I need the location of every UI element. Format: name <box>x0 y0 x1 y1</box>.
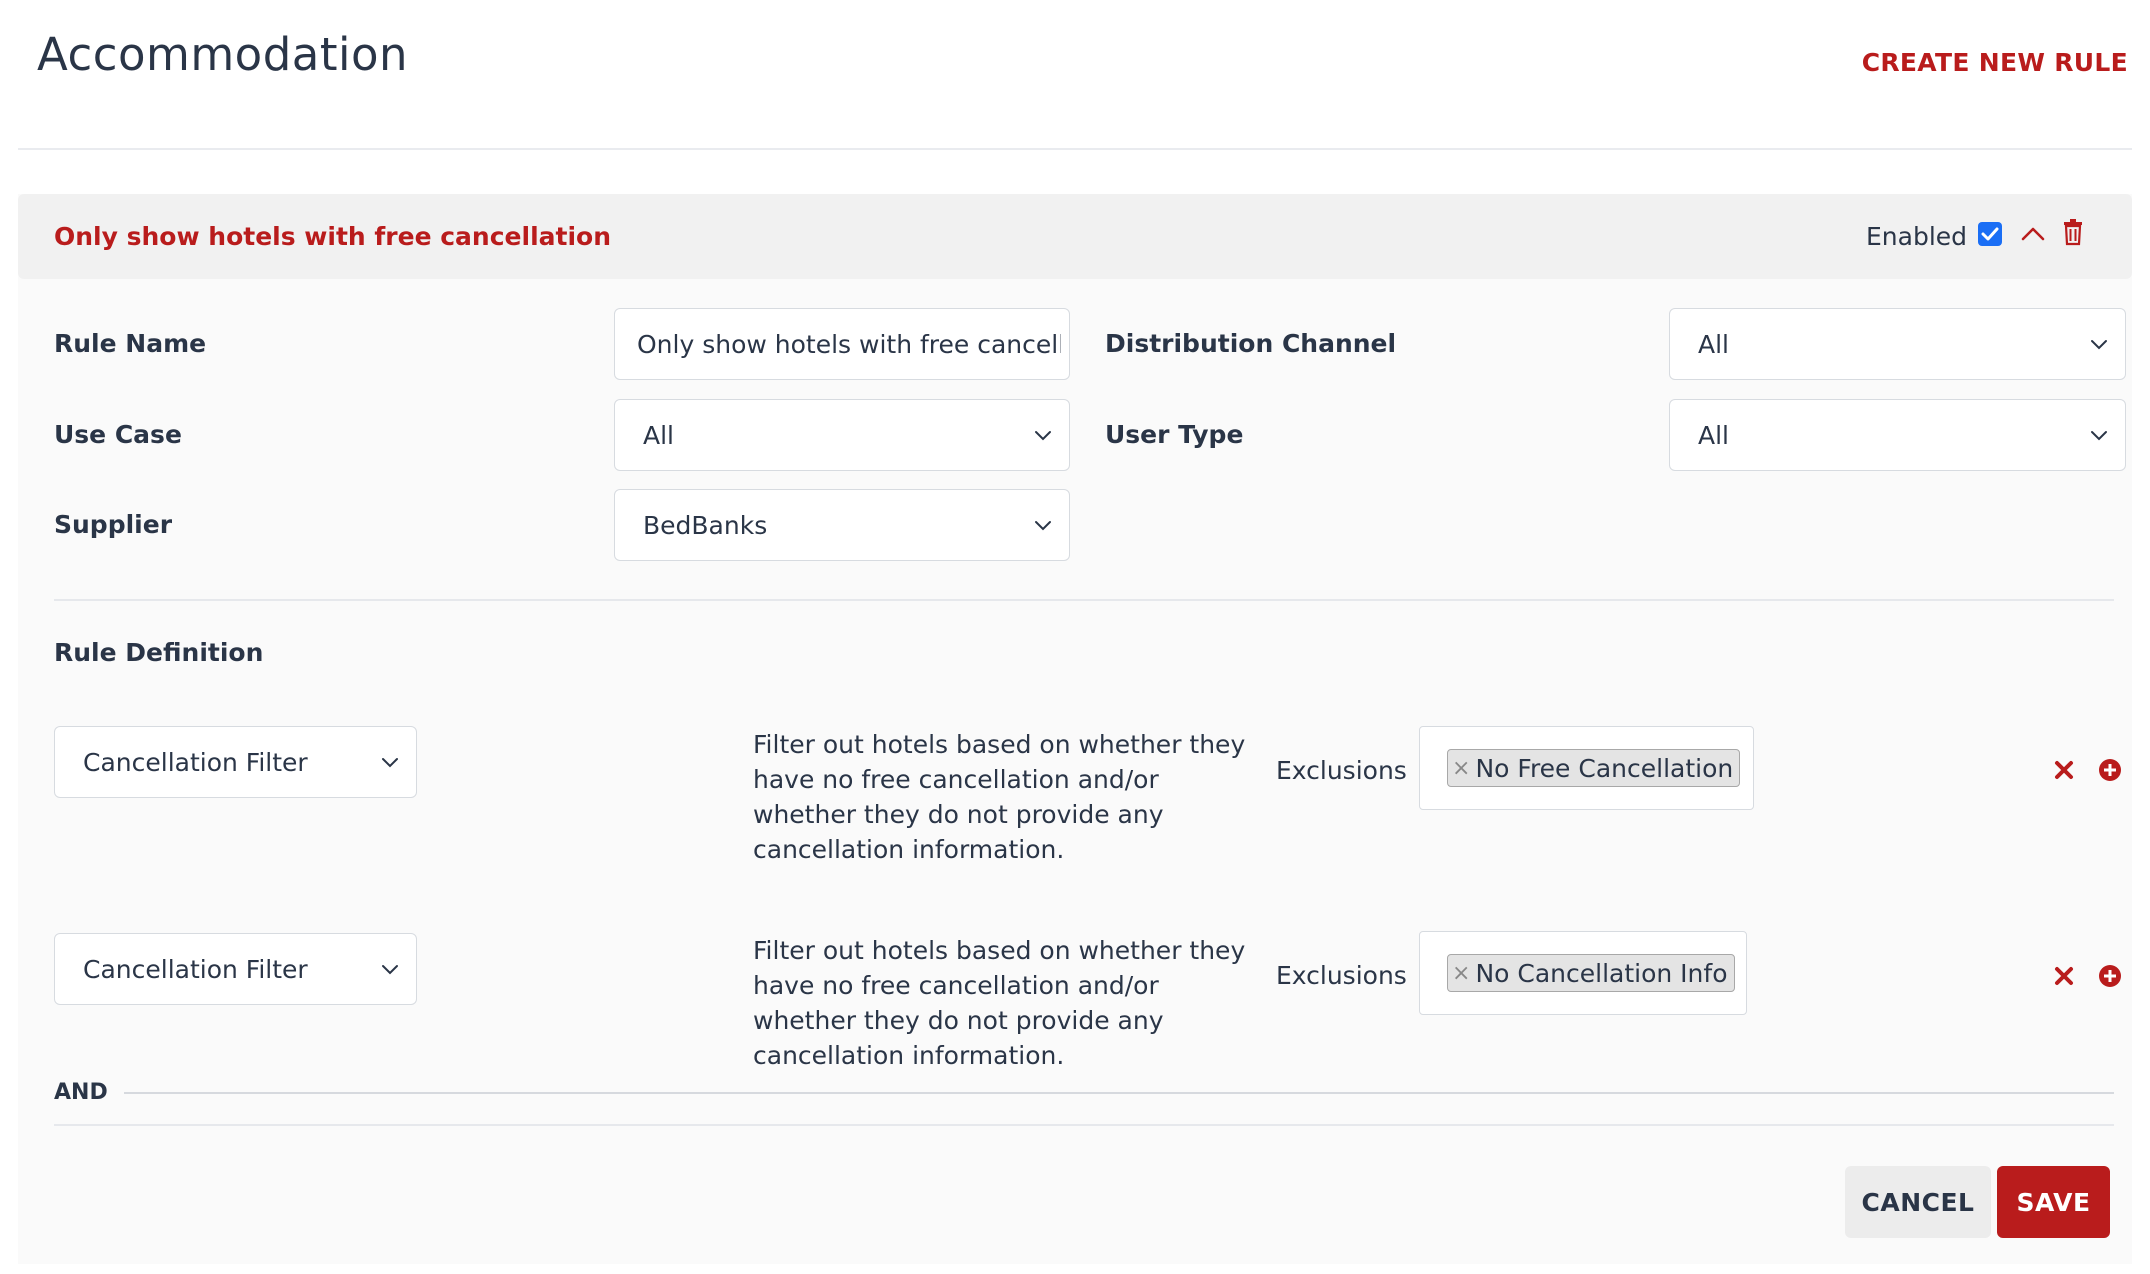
exclusions-label: Exclusions <box>1276 961 1407 990</box>
exclusion-tag-label: No Free Cancellation <box>1475 753 1734 783</box>
exclusions-input[interactable]: × No Free Cancellation <box>1419 726 1754 810</box>
create-new-rule-link[interactable]: CREATE NEW RULE <box>1862 48 2128 77</box>
close-icon[interactable] <box>2052 964 2076 988</box>
distribution-channel-label: Distribution Channel <box>1105 329 1397 358</box>
rule-name-label: Rule Name <box>54 329 207 358</box>
checkmark-icon <box>1981 227 1999 241</box>
section-divider <box>54 1124 2114 1126</box>
trash-icon[interactable] <box>2058 217 2088 247</box>
rule-header[interactable]: Only show hotels with free cancellation … <box>18 194 2132 279</box>
plus-circle-icon[interactable] <box>2098 758 2122 782</box>
condition-filter-select[interactable]: Cancellation Filter <box>54 933 417 1005</box>
chevron-down-icon <box>2091 431 2107 441</box>
use-case-label: Use Case <box>54 420 182 449</box>
exclusion-tag: × No Free Cancellation <box>1447 749 1741 787</box>
plus-circle-icon[interactable] <box>2098 964 2122 988</box>
exclusion-tag-label: No Cancellation Info <box>1475 958 1728 988</box>
user-type-label: User Type <box>1105 420 1244 449</box>
exclusions-input[interactable]: × No Cancellation Info <box>1419 931 1747 1015</box>
chevron-down-icon <box>382 758 398 768</box>
condition-filter-value: Cancellation Filter <box>83 747 308 777</box>
chevron-down-icon <box>382 965 398 975</box>
accommodation-rules-page: Accommodation CREATE NEW RULE Only show … <box>0 0 2150 1274</box>
use-case-select[interactable]: All <box>614 399 1070 471</box>
use-case-value: All <box>643 420 674 450</box>
tag-remove-icon[interactable]: × <box>1452 756 1470 781</box>
close-icon[interactable] <box>2052 758 2076 782</box>
tag-remove-icon[interactable]: × <box>1452 961 1470 986</box>
header-divider <box>18 148 2132 150</box>
chevron-down-icon <box>2091 340 2107 350</box>
page-title: Accommodation <box>37 28 409 81</box>
rule-name-input[interactable]: Only show hotels with free cancellation <box>614 308 1070 380</box>
save-button[interactable]: SAVE <box>1997 1166 2110 1238</box>
chevron-up-icon[interactable] <box>2018 220 2048 248</box>
user-type-select[interactable]: All <box>1669 399 2126 471</box>
supplier-label: Supplier <box>54 510 173 539</box>
and-conjunction-label: AND <box>54 1080 108 1105</box>
distribution-channel-value: All <box>1698 329 1729 359</box>
enabled-label: Enabled <box>1866 222 1968 251</box>
supplier-value: BedBanks <box>643 510 768 540</box>
rule-name-value: Only show hotels with free cancellation <box>637 329 1061 359</box>
condition-description: Filter out hotels based on whether they … <box>753 730 1246 864</box>
enabled-checkbox[interactable] <box>1978 222 2002 246</box>
rule-definition-title: Rule Definition <box>54 638 264 667</box>
condition-filter-select[interactable]: Cancellation Filter <box>54 726 417 798</box>
condition-filter-value: Cancellation Filter <box>83 954 308 984</box>
cancel-button[interactable]: CANCEL <box>1845 1166 1991 1238</box>
exclusions-label: Exclusions <box>1276 756 1407 785</box>
rule-card: Only show hotels with free cancellation … <box>18 194 2132 1264</box>
rule-title: Only show hotels with free cancellation <box>54 222 612 251</box>
supplier-select[interactable]: BedBanks <box>614 489 1070 561</box>
condition-description: Filter out hotels based on whether they … <box>753 936 1246 1070</box>
distribution-channel-select[interactable]: All <box>1669 308 2126 380</box>
and-divider <box>124 1092 2114 1094</box>
section-divider <box>54 599 2114 601</box>
exclusion-tag: × No Cancellation Info <box>1447 954 1735 992</box>
chevron-down-icon <box>1035 521 1051 531</box>
chevron-down-icon <box>1035 431 1051 441</box>
user-type-value: All <box>1698 420 1729 450</box>
